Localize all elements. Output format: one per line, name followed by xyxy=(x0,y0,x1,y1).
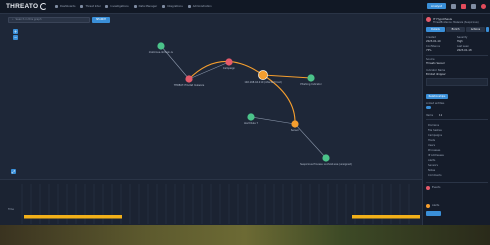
events-label: Events xyxy=(432,186,441,189)
settings-icon[interactable] xyxy=(471,3,476,9)
graph-node-label: Campaign xyxy=(222,67,236,70)
count-label: Items xyxy=(426,114,433,117)
graph-edge xyxy=(294,123,327,159)
graph-node-label: Suspicious Process: svchost.exe (unsigne… xyxy=(300,163,352,166)
brand-logo[interactable]: THREATO xyxy=(0,0,50,14)
nav-item-data-manager[interactable]: Data Manager xyxy=(133,5,158,8)
graph-node-label: Phishing Indicator xyxy=(300,83,322,86)
relationship-list-item[interactable]: IP Addresses xyxy=(428,154,444,157)
app-window: THREATO Dashboards Threat Intel Investig… xyxy=(0,0,490,225)
graph-node-label: Sensor xyxy=(290,129,300,132)
graph-node[interactable] xyxy=(307,74,315,82)
graph-node[interactable] xyxy=(225,58,233,66)
nav-item-label: Investigations xyxy=(110,5,129,8)
nav-item-label: Administration xyxy=(192,5,212,8)
nav-item-dashboards[interactable]: Dashboards xyxy=(55,5,75,8)
notification-icon[interactable] xyxy=(461,3,466,9)
graph-node[interactable] xyxy=(157,42,165,50)
panel-subtitle: ThreatEvidence: Malware (Suspicious) xyxy=(433,21,479,24)
field-label: Created xyxy=(426,36,436,39)
source-value: Threato Sensor xyxy=(426,62,446,65)
relationship-list-item[interactable]: Campaigns xyxy=(428,134,442,137)
plug-icon xyxy=(162,5,166,8)
relationship-list-item[interactable]: Sensors xyxy=(428,164,438,167)
nav-item-label: Data Manager xyxy=(138,5,158,8)
field-value: 75% xyxy=(426,49,432,52)
count-value: 11 xyxy=(439,114,443,117)
nav-item-threat-intel[interactable]: Threat Intel xyxy=(80,5,100,8)
timeline-panel[interactable]: Time xyxy=(0,179,422,225)
relationship-list-item[interactable]: Hosts xyxy=(428,139,435,142)
nav-item-administration[interactable]: Administration xyxy=(187,5,212,8)
divider xyxy=(426,119,488,120)
timeline-range-bar[interactable] xyxy=(24,215,122,219)
relationship-list-item[interactable]: File hashes xyxy=(428,129,442,132)
tab-enrich[interactable]: Enrich xyxy=(446,27,465,32)
relationship-list-item[interactable]: Processes xyxy=(428,149,440,152)
graph-node-label: 192.168.44.210 (infected host) xyxy=(244,81,282,84)
expand-icon[interactable] xyxy=(486,27,489,32)
entity-details-panel: IT Hypothesis ThreatEvidence: Malware (S… xyxy=(422,14,490,225)
graph-edge-highlight xyxy=(188,60,264,80)
gear-icon xyxy=(187,5,191,8)
timeline-chart xyxy=(21,184,420,224)
events-icon xyxy=(426,186,430,190)
record-icon[interactable] xyxy=(481,3,486,9)
nav-item-integrations[interactable]: Integrations xyxy=(162,5,183,8)
top-navigation-bar: THREATO Dashboards Threat Intel Investig… xyxy=(0,0,490,14)
graph-node-label: Alert Rule 7 xyxy=(244,122,258,125)
nav-item-label: Dashboards xyxy=(60,5,76,8)
graph-canvas[interactable]: ⌕ Search in this graph SEARCH + − ⤢ mali… xyxy=(0,14,420,179)
field-value: 2023-01-10 xyxy=(426,40,441,43)
tab-actions[interactable]: Actions xyxy=(466,27,485,32)
nav-item-investigations[interactable]: Investigations xyxy=(105,5,129,8)
tab-details[interactable]: Details xyxy=(426,27,445,32)
toggle-switch[interactable] xyxy=(426,106,431,109)
graph-icon xyxy=(105,5,109,8)
graph-node[interactable] xyxy=(247,113,255,121)
brand-name: THREATO xyxy=(6,3,39,10)
nav-item-label: Threat Intel xyxy=(85,5,101,8)
graph-node-label: THREAT: Emotet malware xyxy=(173,84,205,87)
graph-node[interactable] xyxy=(291,120,299,128)
top-right-controls: Analyst xyxy=(426,3,486,9)
alerts-icon xyxy=(426,204,430,208)
field-label: Severity xyxy=(457,36,468,39)
graph-node[interactable] xyxy=(322,154,330,162)
database-icon xyxy=(133,5,137,8)
shield-icon xyxy=(80,5,84,8)
field-label: Confidence xyxy=(426,45,441,48)
source-label: Source xyxy=(426,58,435,61)
relationship-list-item[interactable]: Notes xyxy=(428,169,435,172)
graph-node-selected[interactable] xyxy=(258,70,268,80)
field-label: Last seen xyxy=(457,45,469,48)
section-button[interactable]: Relationships xyxy=(426,94,448,99)
graph-node[interactable] xyxy=(185,75,193,83)
field-value: 2023-01-18 xyxy=(457,49,472,52)
description-value: Emotet dropper xyxy=(426,73,446,76)
description-label: Indicator Name xyxy=(426,69,446,72)
relationship-list-item[interactable]: Domains xyxy=(428,124,439,127)
nav-item-label: Integrations xyxy=(167,5,183,8)
timeline-range-bar[interactable] xyxy=(352,215,420,219)
graph-node-label: malicious-domain.ru xyxy=(148,51,174,54)
dashboard-icon xyxy=(55,5,58,8)
help-icon[interactable] xyxy=(451,3,456,9)
relationship-list-item[interactable]: Alerts xyxy=(428,159,435,162)
relations-label: Linked entities xyxy=(426,102,445,105)
field-value: High xyxy=(457,40,463,43)
divider xyxy=(426,182,488,183)
divider xyxy=(426,55,488,56)
panel-action-button[interactable] xyxy=(426,211,441,216)
notes-textarea[interactable] xyxy=(426,78,488,86)
relationship-list-item[interactable]: Comments xyxy=(428,174,442,177)
desktop-background-image xyxy=(0,225,490,245)
alerts-label: Alerts xyxy=(432,204,440,207)
graph-edge-highlight xyxy=(262,74,312,79)
user-menu-button[interactable]: Analyst xyxy=(426,3,446,9)
entity-type-icon xyxy=(426,17,431,22)
brand-mark-icon xyxy=(40,3,48,10)
entity-graph xyxy=(157,42,330,162)
relationship-list-item[interactable]: Users xyxy=(428,144,435,147)
